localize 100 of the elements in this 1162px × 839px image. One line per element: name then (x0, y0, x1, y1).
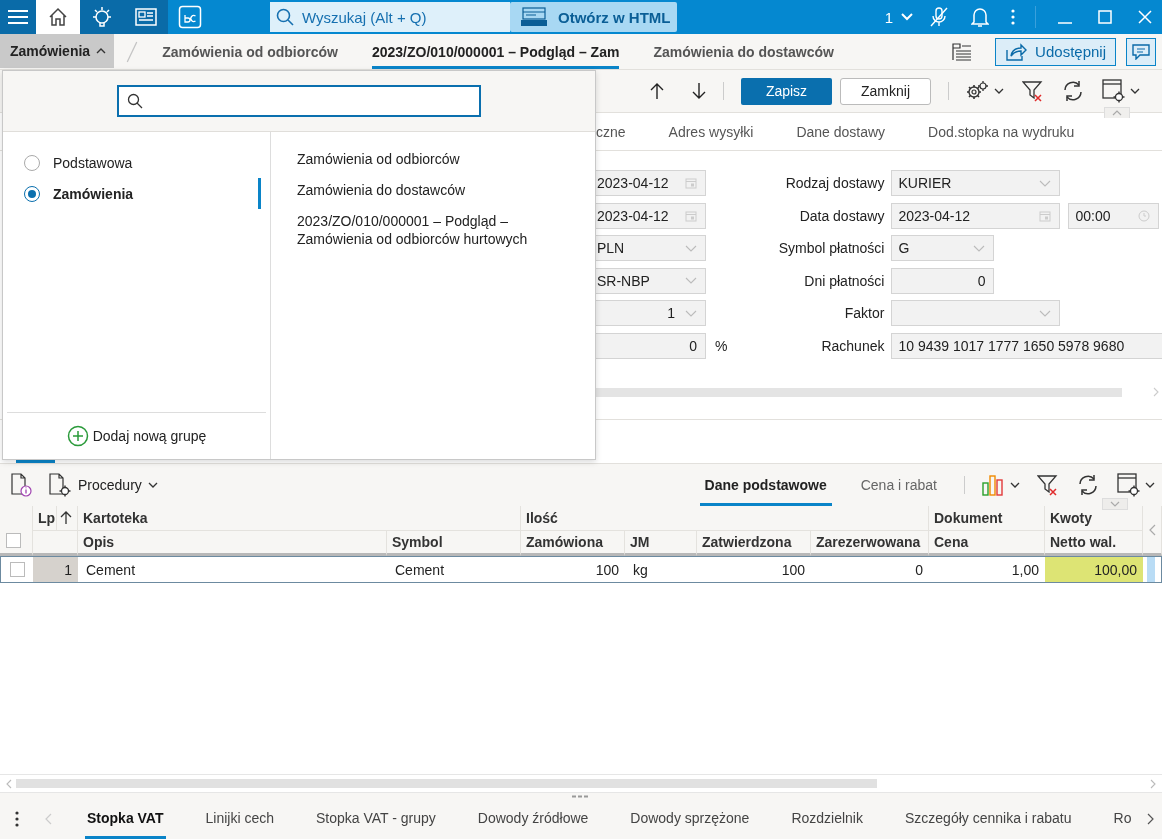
maximize-icon[interactable] (1098, 10, 1112, 24)
date-field[interactable]: 2023-04-12 (596, 170, 706, 196)
save-button[interactable]: Zapisz (741, 77, 832, 105)
menu-item[interactable]: Zamówienia od odbiorców (297, 150, 557, 168)
close-icon[interactable] (1138, 10, 1152, 24)
procedures-button[interactable]: Procedury (48, 473, 158, 497)
comments-button[interactable] (1126, 37, 1156, 66)
clear-filter-icon[interactable] (1037, 474, 1059, 496)
dropdown-field[interactable] (891, 300, 1061, 327)
number-field[interactable]: 0 (596, 332, 706, 359)
column-header[interactable]: Symbol (387, 531, 521, 556)
date-field[interactable]: 2023-04-12 (596, 202, 706, 229)
radio-button[interactable] (24, 185, 40, 202)
refresh-icon[interactable] (1077, 474, 1099, 496)
group-label[interactable]: Podstawowa (53, 154, 258, 171)
row-number: 1 (33, 556, 78, 583)
chevron-down-icon[interactable] (1130, 88, 1140, 94)
microphone-off-icon[interactable] (929, 6, 949, 28)
column-header[interactable]: Cena (929, 531, 1045, 556)
tree-list-icon[interactable] (951, 41, 974, 62)
view-settings-icon[interactable] (1117, 473, 1141, 497)
column-header[interactable]: Netto wal. (1045, 531, 1143, 556)
session-count: 1 (884, 8, 893, 26)
chevron-down-icon[interactable] (1145, 482, 1155, 488)
column-header[interactable]: Lp (33, 506, 57, 531)
group-label[interactable]: Zamówienia (53, 185, 258, 202)
chevron-down-icon[interactable] (994, 88, 1004, 94)
view-tab[interactable]: Cena i rabat (855, 464, 942, 506)
table-cell: kg (625, 556, 697, 583)
chevron-right-icon[interactable] (1147, 813, 1154, 825)
groups-menu-button[interactable]: Zamówienia (0, 34, 115, 68)
share-button[interactable]: Udostępnij (995, 37, 1116, 66)
dropdown-field[interactable]: PLN (596, 235, 706, 262)
bottom-tab[interactable]: Ro (1111, 799, 1134, 839)
calendar-icon (685, 177, 697, 189)
home-icon[interactable] (47, 6, 69, 28)
breadcrumb-tab[interactable]: Zamówienia od odbiorców (162, 34, 338, 69)
settings-icon[interactable] (966, 80, 988, 102)
bottom-tab[interactable]: Dowody źródłowe (475, 799, 591, 839)
sort-ascending-icon[interactable] (60, 511, 72, 525)
number-field[interactable]: 0 (891, 267, 995, 294)
form-tab[interactable]: Dod.stopka na wydruku (928, 123, 1075, 140)
date-field[interactable]: 2023-04-12 (891, 202, 1061, 229)
form-tab[interactable]: Adres wysyłki (668, 123, 754, 140)
bottom-tab[interactable]: Stopka VAT (85, 799, 166, 839)
time-field[interactable]: 00:00 (1068, 202, 1160, 229)
column-header[interactable]: Opis (78, 531, 387, 556)
chart-icon[interactable] (982, 474, 1004, 496)
plus-circle-icon (66, 425, 89, 447)
menu-item[interactable]: 2023/ZO/010/000001 – Podgląd – Zamówienia od odbiorców hurtowych (297, 212, 557, 248)
search-field[interactable]: Wyszukaj (Alt + Q) (270, 2, 510, 32)
chevron-left-icon[interactable] (1148, 523, 1156, 536)
dropdown-field[interactable]: KURIER (891, 170, 1061, 196)
arrow-down-icon[interactable] (692, 82, 706, 100)
bc-logo-icon[interactable] (178, 5, 202, 29)
view-settings-icon[interactable] (1102, 79, 1126, 103)
menu-item[interactable]: Zamówienia do dostawców (297, 181, 557, 199)
bottom-tab[interactable]: Linijki cech (203, 799, 276, 839)
bottom-tab[interactable]: Stopka VAT - grupy (314, 799, 438, 839)
column-header[interactable]: Zatwierdzona (697, 531, 811, 556)
splitter-grip-icon[interactable] (572, 794, 590, 798)
open-html-button[interactable]: Otwórz w HTML (510, 2, 677, 32)
text-field[interactable]: 10 9439 1017 1777 1650 5978 9680 (891, 332, 1162, 359)
close-button[interactable]: Zamknij (840, 77, 931, 105)
horizontal-scrollbar[interactable] (596, 387, 1122, 397)
dropdown-field[interactable]: SR-NBP (596, 267, 706, 294)
menu-icon[interactable] (8, 9, 28, 25)
bell-icon[interactable] (971, 6, 989, 28)
column-header[interactable]: JM (625, 531, 697, 556)
select-all-checkbox[interactable] (6, 533, 21, 548)
chevron-down-icon (685, 244, 697, 252)
form-tab[interactable]: czne (596, 123, 626, 140)
document-info-icon[interactable] (10, 473, 32, 497)
column-header[interactable]: Zarezerwowana (811, 531, 929, 556)
comment-icon (1132, 43, 1150, 60)
column-header[interactable]: Zamówiona (521, 531, 625, 556)
radio-button[interactable] (24, 154, 40, 171)
dropdown-field[interactable]: 1 (596, 300, 706, 327)
newspaper-icon[interactable] (134, 6, 158, 28)
arrow-up-icon[interactable] (650, 82, 664, 100)
breadcrumb-tab[interactable]: Zamówienia do dostawców (653, 34, 834, 69)
chevron-down-icon (685, 309, 697, 317)
form-tab[interactable]: Dane dostawy (796, 123, 886, 140)
bottom-tab[interactable]: Dowody sprzężone (628, 799, 752, 839)
dropdown-field[interactable]: G (891, 235, 995, 262)
add-group-button[interactable]: Dodaj nową grupę (66, 425, 207, 447)
chevron-down-icon[interactable] (1010, 482, 1020, 488)
row-checkbox[interactable] (9, 562, 25, 577)
lightbulb-icon[interactable] (90, 5, 114, 29)
bottom-tab[interactable]: Rozdzielnik (789, 799, 865, 839)
chevron-up-icon (1112, 110, 1122, 116)
more-icon[interactable] (15, 811, 19, 827)
clear-filter-icon[interactable] (1022, 80, 1044, 102)
search-field[interactable] (117, 85, 481, 117)
selection-indicator (258, 178, 261, 209)
table-cell: Cement (78, 556, 387, 583)
chevron-down-icon[interactable] (147, 482, 158, 488)
refresh-icon[interactable] (1062, 80, 1084, 102)
bottom-tab[interactable]: Szczegóły cennika i rabatu (903, 799, 1074, 839)
horizontal-scrollbar[interactable] (16, 779, 877, 788)
